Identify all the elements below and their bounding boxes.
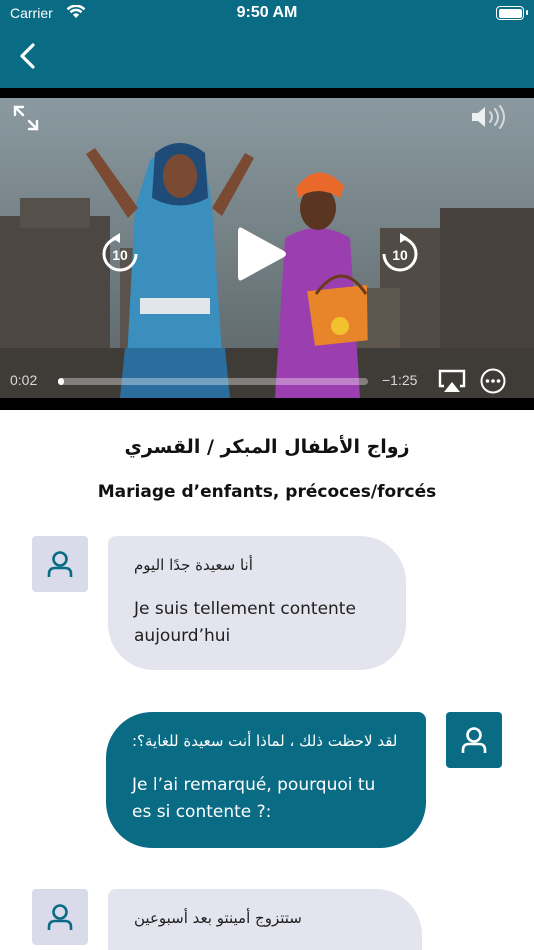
user-icon <box>47 551 73 577</box>
message-arabic: ستتزوج أمينتو بعد أسبوعين <box>134 909 302 927</box>
airplay-icon <box>438 369 466 392</box>
chat-bubble-right: لقد لاحظت ذلك ، لماذا أنت سعيدة للغاية؟:… <box>106 712 426 848</box>
skip-forward-button[interactable]: 10 <box>378 232 422 276</box>
play-icon <box>238 227 286 281</box>
skip-back-button[interactable]: 10 <box>98 232 142 276</box>
status-bar: Carrier 9:50 AM <box>0 0 534 28</box>
message-arabic: لقد لاحظت ذلك ، لماذا أنت سعيدة للغاية؟: <box>132 732 398 750</box>
volume-icon <box>472 105 505 129</box>
progress-played <box>58 378 65 385</box>
play-button[interactable] <box>234 224 290 284</box>
expand-icon <box>13 105 39 131</box>
lesson-title-arabic: زواج الأطفال المبكر / القسري <box>124 436 410 458</box>
current-time: 0:02 <box>10 372 38 388</box>
user-icon <box>461 727 487 753</box>
skip-forward-10-icon: 10 <box>382 233 418 272</box>
message-arabic: أنا سعيدة جدًا اليوم <box>134 556 253 574</box>
avatar <box>446 712 502 768</box>
fullscreen-button[interactable] <box>12 104 40 132</box>
lesson-title-french: Mariage d’enfants, précoces/forcés <box>97 482 437 502</box>
video-player[interactable]: 10 10 0:02 −1:25 <box>0 88 534 410</box>
chevron-left-icon <box>20 43 35 69</box>
user-icon <box>47 904 73 930</box>
battery-icon <box>496 6 528 20</box>
back-button[interactable] <box>12 40 42 72</box>
avatar <box>32 536 88 592</box>
skip-back-label: 10 <box>112 247 128 263</box>
remaining-time: −1:25 <box>382 372 418 388</box>
more-options-button[interactable] <box>480 368 506 394</box>
volume-button[interactable] <box>470 104 510 130</box>
status-time: 9:50 AM <box>236 4 298 21</box>
avatar <box>32 889 88 945</box>
top-bar: Carrier 9:50 AM <box>0 0 534 88</box>
skip-back-10-icon: 10 <box>102 233 138 272</box>
message-french: Je suis tellement contente aujourd’hui <box>134 599 356 646</box>
chat-bubble-left: أنا سعيدة جدًا اليوم Je suis tellement c… <box>108 536 406 670</box>
more-icon <box>480 368 506 394</box>
message-french: Je l’ai remarqué, pourquoi tu es si cont… <box>132 775 376 822</box>
progress-bar[interactable] <box>58 378 368 385</box>
chat-bubble-left: ستتزوج أمينتو بعد أسبوعين <box>108 889 422 950</box>
skip-forward-label: 10 <box>392 247 408 263</box>
airplay-button[interactable] <box>437 368 467 394</box>
